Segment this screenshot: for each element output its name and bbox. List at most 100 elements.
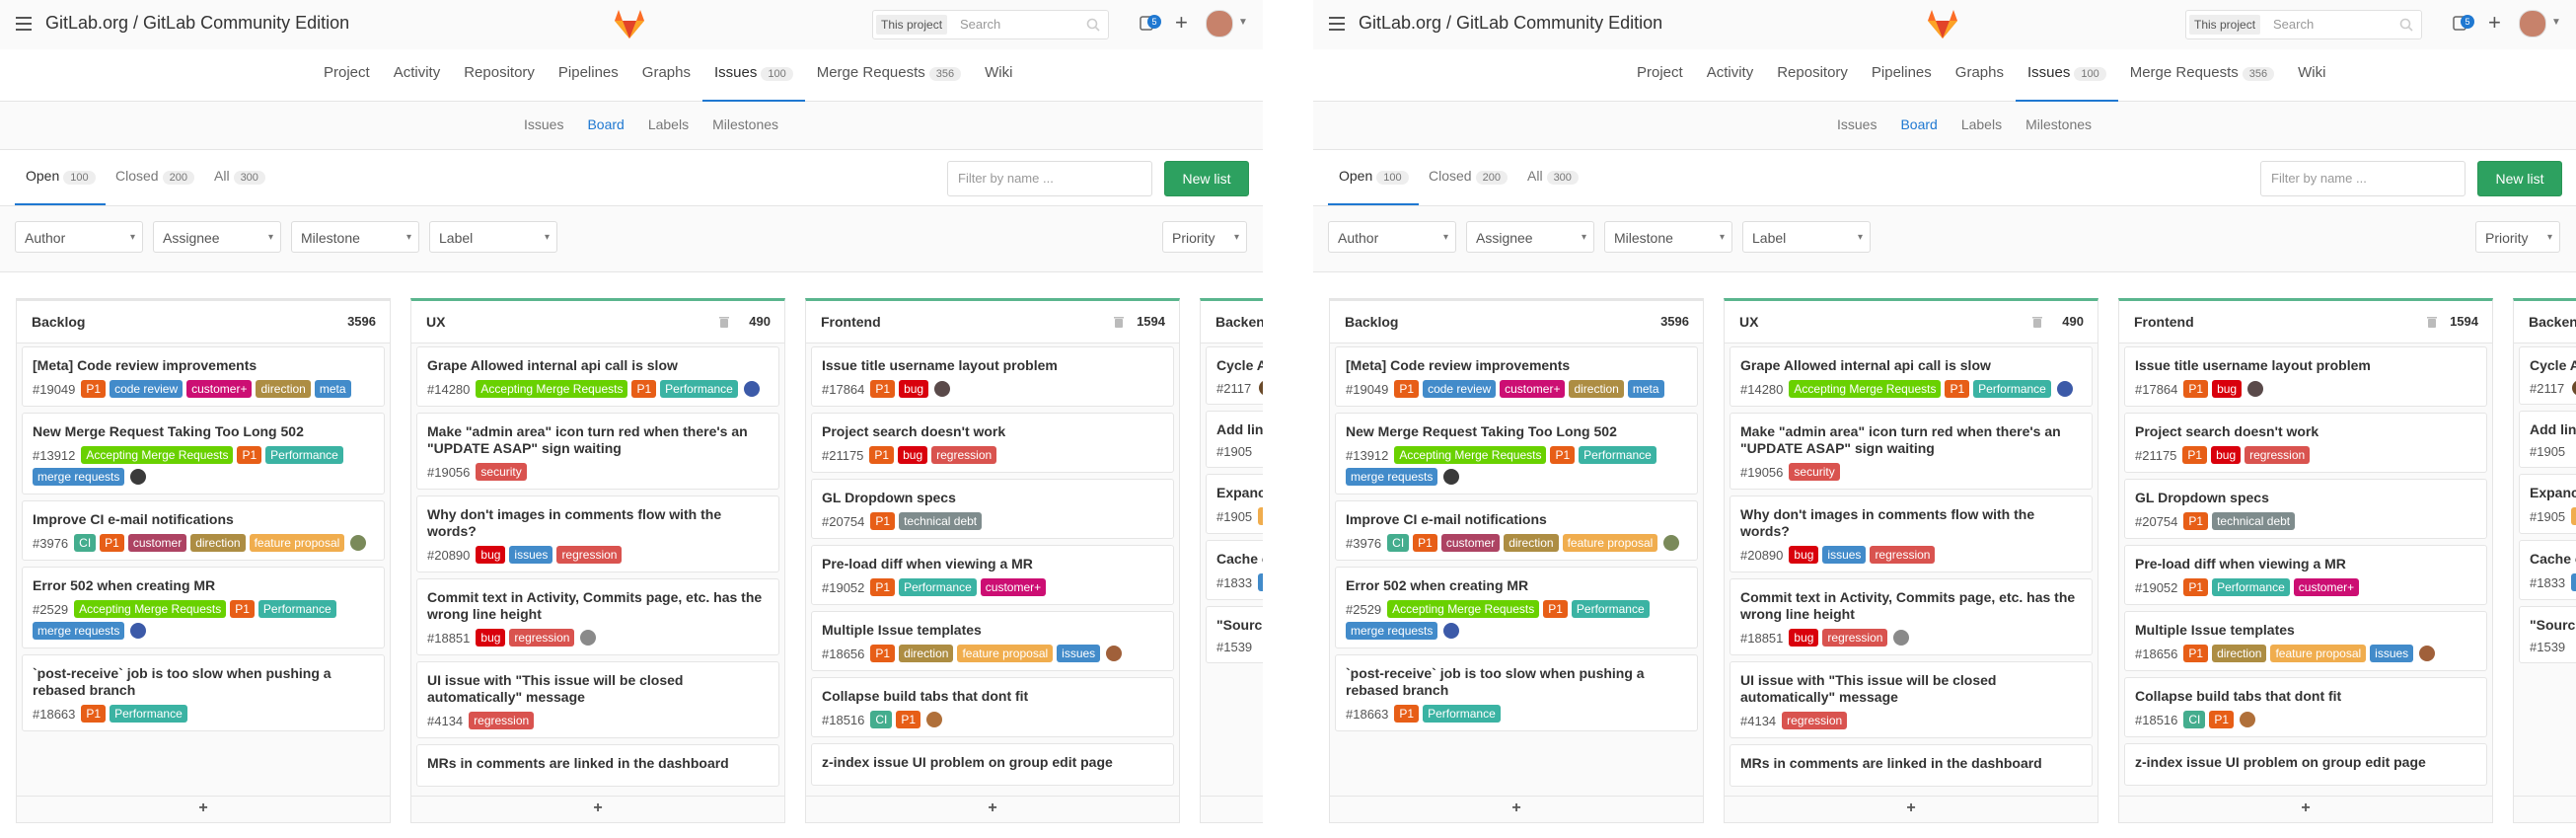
issue-title[interactable]: Improve CI e-mail notifications xyxy=(33,511,374,528)
issue-label[interactable]: meta xyxy=(314,380,351,398)
issue-label[interactable]: issues xyxy=(1057,645,1101,662)
issue-label[interactable]: P1 xyxy=(2183,380,2209,398)
issue-label[interactable]: P1 xyxy=(1550,446,1576,464)
new-list-button[interactable]: New list xyxy=(1164,161,1249,196)
issue-label[interactable]: Accepting Merge Requests xyxy=(1387,600,1540,618)
issue-label[interactable]: direction xyxy=(256,380,311,398)
subnav-item-board[interactable]: Board xyxy=(575,102,635,132)
issue-card[interactable]: "Sourc not exi #1539 xyxy=(2519,606,2576,663)
issue-label[interactable]: issues xyxy=(1822,546,1867,564)
issue-title[interactable]: Add lin xyxy=(2530,421,2576,438)
issue-label[interactable]: P1 xyxy=(870,645,896,662)
issue-label[interactable]: P1 xyxy=(870,380,896,398)
issue-card[interactable]: Make "admin area" icon turn red when the… xyxy=(416,413,779,490)
nav-item-project[interactable]: Project xyxy=(312,49,382,100)
issue-label[interactable]: P1 xyxy=(2183,645,2209,662)
issue-label[interactable]: bug xyxy=(476,546,506,564)
issue-title[interactable]: Cycle A xyxy=(2530,357,2576,374)
issue-title[interactable]: Expanc xyxy=(2530,485,2576,501)
issue-label[interactable]: Performance xyxy=(1571,600,1650,618)
assignee-avatar[interactable] xyxy=(743,381,760,397)
issue-title[interactable]: Error 502 when creating MR xyxy=(33,577,374,594)
assignee-avatar[interactable] xyxy=(2056,381,2073,397)
issue-label[interactable]: customer xyxy=(127,534,187,552)
issue-label[interactable]: bug xyxy=(899,380,929,398)
issue-label[interactable]: CI xyxy=(2183,711,2206,728)
issue-card[interactable]: New Merge Request Taking Too Long 502 #13… xyxy=(22,413,385,495)
issue-label[interactable]: merge requests xyxy=(1346,468,1438,486)
new-plus-icon[interactable]: + xyxy=(2488,12,2501,34)
project-title[interactable]: GitLab.org / GitLab Community Edition xyxy=(1359,13,1662,34)
issue-card[interactable]: New Merge Request Taking Too Long 502 #13… xyxy=(1335,413,1698,495)
assignee-avatar[interactable] xyxy=(130,469,147,485)
issue-title[interactable]: [Meta] Code review improvements xyxy=(1346,357,1687,374)
issue-label[interactable]: security xyxy=(476,463,527,481)
issue-label[interactable]: P1 xyxy=(2209,711,2235,728)
issue-title[interactable]: Improve CI e-mail notifications xyxy=(1346,511,1687,528)
issue-card[interactable]: Collapse build tabs that dont fit #18516 C… xyxy=(811,677,1174,737)
issue-card[interactable]: z-index issue UI problem on group edit p… xyxy=(811,743,1174,786)
issue-title[interactable]: "Sourc not exi xyxy=(2530,617,2576,634)
subnav-item-labels[interactable]: Labels xyxy=(1950,102,2014,132)
issue-label[interactable]: Performance xyxy=(1973,380,2051,398)
add-issue-button[interactable]: + xyxy=(1201,796,1263,822)
chevron-down-icon[interactable]: ▼ xyxy=(1238,17,1248,28)
tab-closed[interactable]: Closed 200 xyxy=(1429,168,1508,185)
issue-title[interactable]: GL Dropdown specs xyxy=(822,490,1163,506)
issue-card[interactable]: z-index issue UI problem on group edit p… xyxy=(2124,743,2487,786)
issue-label[interactable]: merge requests xyxy=(2571,573,2576,591)
tab-all[interactable]: All 300 xyxy=(214,168,265,185)
issue-label[interactable]: direction xyxy=(1569,380,1624,398)
issue-title[interactable]: Multiple Issue templates xyxy=(822,622,1163,639)
issue-card[interactable]: Why don't images in comments flow with t… xyxy=(416,495,779,572)
issue-card[interactable]: Multiple Issue templates #18656 P1 directio… xyxy=(811,611,1174,671)
search-box[interactable]: This project Search xyxy=(872,10,1109,39)
issue-title[interactable]: Cache of in R xyxy=(2530,551,2576,568)
nav-item-activity[interactable]: Activity xyxy=(382,49,453,100)
nav-item-issues[interactable]: Issues 100 xyxy=(2015,49,2118,102)
issue-card[interactable]: GL Dropdown specs #20754 P1 technical debt xyxy=(2124,479,2487,539)
issue-card[interactable]: Project search doesn't work #21175 P1 bug re… xyxy=(2124,413,2487,473)
assignee-avatar[interactable] xyxy=(1893,630,1910,646)
issue-label[interactable]: Performance xyxy=(2212,578,2290,596)
issue-label[interactable]: P1 xyxy=(1413,534,1437,552)
nav-item-wiki[interactable]: Wiki xyxy=(2286,49,2337,100)
issue-card[interactable]: [Meta] Code review improvements #19049 P1 c… xyxy=(22,346,385,407)
issue-label[interactable]: bug xyxy=(476,629,506,647)
add-issue-button[interactable]: + xyxy=(1330,796,1703,822)
issue-label[interactable]: direction xyxy=(899,645,954,662)
subnav-item-issues[interactable]: Issues xyxy=(512,102,575,132)
issue-label[interactable]: P1 xyxy=(81,705,107,723)
add-issue-button[interactable]: + xyxy=(806,796,1179,822)
issue-label[interactable]: Performance xyxy=(110,705,187,723)
issue-title[interactable]: New Merge Request Taking Too Long 502 xyxy=(1346,423,1687,440)
nav-item-graphs[interactable]: Graphs xyxy=(630,49,702,100)
assignee-avatar[interactable] xyxy=(1663,535,1680,551)
issue-label[interactable]: CI xyxy=(870,711,893,728)
issue-label[interactable]: merge requests xyxy=(33,468,125,486)
issue-title[interactable]: MRs in comments are linked in the dashbo… xyxy=(427,755,769,772)
nav-item-issues[interactable]: Issues 100 xyxy=(701,49,805,102)
issue-label[interactable]: P1 xyxy=(896,711,921,728)
subnav-item-milestones[interactable]: Milestones xyxy=(700,102,790,132)
issue-label[interactable]: Performance xyxy=(1579,446,1656,464)
issue-label[interactable]: feature proposal xyxy=(2571,507,2576,525)
subnav-item-milestones[interactable]: Milestones xyxy=(2014,102,2103,132)
label-dropdown[interactable]: Label ▾ xyxy=(1742,221,1871,253)
nav-item-merge-requests[interactable]: Merge Requests 356 xyxy=(2118,49,2286,100)
issue-card[interactable]: Error 502 when creating MR #2529 Accepting… xyxy=(22,567,385,648)
issue-title[interactable]: [Meta] Code review improvements xyxy=(33,357,374,374)
nav-item-repository[interactable]: Repository xyxy=(452,49,547,100)
issue-label[interactable]: direction xyxy=(2212,645,2267,662)
issue-label[interactable]: customer+ xyxy=(2293,578,2360,596)
new-list-button[interactable]: New list xyxy=(2477,161,2562,196)
issue-label[interactable]: merge requests xyxy=(33,622,125,640)
assignee-avatar[interactable] xyxy=(350,535,367,551)
issue-label[interactable]: regression xyxy=(556,546,623,564)
issue-label[interactable]: merge requests xyxy=(1346,622,1438,640)
assignee-avatar[interactable] xyxy=(1106,646,1123,661)
add-issue-button[interactable]: + xyxy=(17,796,390,822)
issue-title[interactable]: Make "admin area" icon turn red when the… xyxy=(1740,423,2082,457)
issue-card[interactable]: Grape Allowed internal api call is slow #… xyxy=(416,346,779,407)
issue-label[interactable]: customer+ xyxy=(1500,380,1566,398)
